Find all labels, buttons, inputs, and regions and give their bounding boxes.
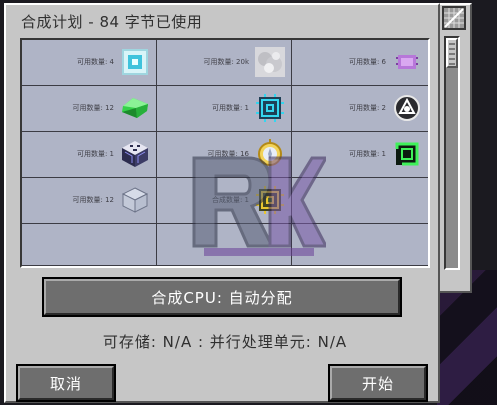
window-title: 合成计划 - 84 字节已使用 — [21, 13, 203, 31]
grid-cell[interactable]: 可用数量: 12 — [22, 86, 157, 132]
grid-cell[interactable]: 可用数量: 4 — [22, 40, 157, 86]
scrollbar-thumb[interactable] — [446, 38, 458, 68]
cell-label: 可用数量: 20k — [203, 58, 249, 66]
grid-cell-empty — [292, 224, 428, 266]
cyan-glass-block-icon — [120, 47, 150, 77]
grid-cell[interactable]: 可用数量: 1 — [157, 86, 292, 132]
grid-cell[interactable]: 可用数量: 12 — [22, 178, 157, 224]
cell-label: 可用数量: 12 — [72, 104, 115, 112]
green-emerald-crystal-icon — [120, 93, 150, 123]
cyan-processor-icon — [255, 93, 285, 123]
glass-cube-icon — [120, 185, 150, 215]
gold-processor-icon — [255, 185, 285, 215]
grid-cell[interactable]: 可用数量: 6 — [292, 40, 428, 86]
cell-label: 可用数量: 16 — [207, 150, 250, 158]
cell-label: 合成数量: 1 — [211, 196, 249, 204]
start-button[interactable]: 开始 — [328, 364, 428, 402]
storage-cube-icon — [120, 139, 150, 169]
cpu-info-text: 可存储: N/A : 并行处理单元: N/A — [102, 333, 348, 351]
cell-label: 可用数量: 1 — [211, 104, 249, 112]
grid-cell-empty — [22, 224, 157, 266]
grid-cell[interactable]: 可用数量: 1 — [22, 132, 157, 178]
cell-label: 可用数量: 12 — [72, 196, 115, 204]
grid-cell[interactable]: 可用数量: 1 — [292, 132, 428, 178]
grid-cell[interactable]: 可用数量: 16 — [157, 132, 292, 178]
grid-cell[interactable]: 合成数量: 1 — [157, 178, 292, 224]
crafting-cpu-button[interactable]: 合成CPU: 自动分配 — [42, 277, 402, 317]
scrollbar[interactable] — [444, 36, 460, 270]
purple-circuit-chip-icon — [392, 47, 422, 77]
smoke-cloud-icon — [255, 47, 285, 77]
cancel-button[interactable]: 取消 — [16, 364, 116, 402]
grid-cell-empty — [292, 178, 428, 224]
crafting-grid: 可用数量: 4 可用数量: 20k 可用数量: 6 可用数量: 12 可用数量:… — [20, 38, 430, 268]
green-frame-icon — [392, 139, 422, 169]
cell-label: 可用数量: 6 — [348, 58, 386, 66]
grid-cell[interactable]: 可用数量: 2 — [292, 86, 428, 132]
cell-label: 可用数量: 2 — [348, 104, 386, 112]
gold-gear-pendant-icon — [255, 139, 285, 169]
cell-label: 可用数量: 1 — [76, 150, 114, 158]
arc-reactor-icon — [392, 93, 422, 123]
toggle-view-button[interactable] — [442, 6, 466, 30]
cell-label: 可用数量: 1 — [348, 150, 386, 158]
diagonal-grid-icon — [444, 8, 464, 28]
cell-label: 可用数量: 4 — [76, 58, 114, 66]
grid-cell-empty — [157, 224, 292, 266]
grid-cell[interactable]: 可用数量: 20k — [157, 40, 292, 86]
